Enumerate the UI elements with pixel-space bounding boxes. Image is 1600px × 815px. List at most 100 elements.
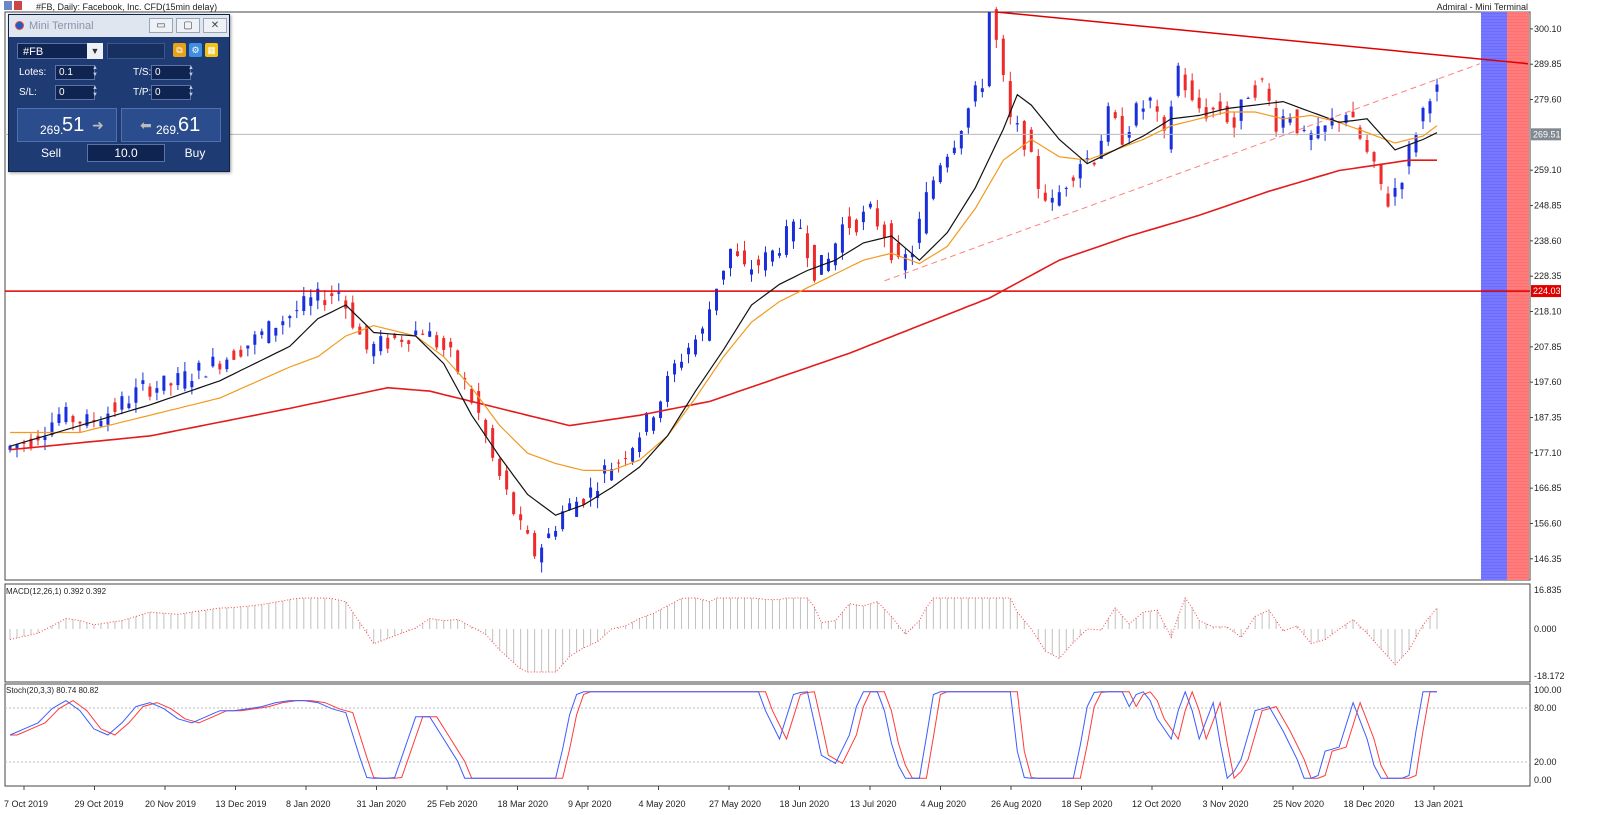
settings-icon[interactable]: ⚙ — [189, 43, 202, 57]
candle-body — [701, 328, 705, 334]
candle-body — [323, 300, 327, 306]
candle-body — [917, 218, 921, 243]
price-tick-label: 207.85 — [1534, 342, 1562, 352]
ts-stepper[interactable]: ▲ ▼ — [187, 65, 195, 80]
maximize-button[interactable]: ▢ — [176, 18, 200, 33]
sl-input[interactable]: 0 — [55, 85, 95, 100]
candle-body — [861, 211, 865, 223]
price-tick-label: 187.35 — [1534, 412, 1562, 422]
date-tick-label: 8 Jan 2020 — [286, 799, 331, 809]
candle-body — [1155, 106, 1159, 112]
date-tick-label: 18 Dec 2020 — [1344, 799, 1395, 809]
candle-body — [694, 339, 698, 355]
candle-body — [1400, 182, 1404, 190]
candle-body — [1190, 80, 1194, 101]
stoch-tick-label: 80.00 — [1534, 703, 1557, 713]
candle-body — [274, 327, 278, 336]
candle-body — [99, 420, 103, 427]
symbol-select[interactable]: #FB — [17, 43, 97, 59]
candle-body — [889, 223, 893, 261]
candle-body — [1169, 106, 1173, 150]
candle-body — [756, 259, 760, 266]
level-price-label: 224.03 — [1533, 286, 1561, 296]
candle-body — [1393, 187, 1397, 197]
candle-body — [246, 345, 250, 349]
tp-stepper[interactable]: ▲ ▼ — [187, 85, 195, 100]
candle-body — [519, 514, 523, 521]
arrow-right-icon: ➜ — [92, 117, 104, 133]
date-tick-label: 7 Oct 2019 — [4, 799, 48, 809]
copy-icon[interactable]: ⧉ — [173, 43, 186, 57]
candle-body — [1274, 107, 1278, 132]
price-tick-label: 166.85 — [1534, 483, 1562, 493]
date-tick-label: 4 May 2020 — [639, 799, 686, 809]
macd-tick-label: 0.000 — [1534, 624, 1557, 634]
buy-price-button[interactable]: ⬅ 269. 61 — [121, 108, 221, 142]
ma200-line — [9, 159, 1437, 451]
price-tick-label: 177.10 — [1534, 448, 1562, 458]
macd-pane-frame — [4, 583, 1531, 683]
candle-body — [1001, 38, 1005, 75]
date-tick-label: 27 May 2020 — [709, 799, 761, 809]
candle-body — [680, 361, 684, 368]
candle-body — [267, 321, 271, 344]
stoch-main-line — [9, 690, 1437, 780]
candle-body — [547, 533, 551, 538]
price-tick-label: 279.60 — [1534, 95, 1562, 105]
candle-body — [1211, 107, 1215, 110]
candle-body — [120, 396, 124, 410]
mini-terminal-titlebar[interactable]: Mini Terminal ▭ ▢ ✕ — [9, 15, 229, 37]
candle-body — [568, 503, 572, 510]
close-button[interactable]: ✕ — [203, 18, 227, 33]
stoch-tick-label: 100.00 — [1534, 685, 1562, 695]
macd-pane: MACD(12,26,1) 0.392 0.392 — [6, 587, 1438, 673]
date-tick-label: 20 Nov 2019 — [145, 799, 196, 809]
candle-body — [603, 465, 607, 474]
candle-body — [945, 156, 949, 168]
price-chart[interactable]: MACD(12,26,1) 0.392 0.392 Stoch(20,3,3) … — [0, 0, 1600, 815]
candle-body — [1365, 140, 1369, 152]
buy-price-pips: 61 — [178, 114, 201, 136]
candle-body — [1407, 144, 1411, 167]
sl-stepper[interactable]: ▲ ▼ — [91, 85, 99, 100]
candle-body — [400, 339, 404, 342]
lot-size-input[interactable]: 10.0 — [87, 144, 165, 162]
calculator-icon[interactable]: ▦ — [205, 43, 218, 57]
candle-body — [337, 292, 341, 294]
price-tick-label: 238.60 — [1534, 236, 1562, 246]
stoch-tick-label: 20.00 — [1534, 757, 1557, 767]
candle-body — [1148, 97, 1152, 101]
price-tick-label: 300.10 — [1534, 24, 1562, 34]
candle-body — [812, 244, 816, 281]
candle-body — [204, 376, 208, 378]
candle-body — [1386, 193, 1390, 207]
candle-body — [1260, 78, 1264, 80]
candle-body — [617, 462, 621, 464]
candle-body — [1218, 101, 1222, 111]
candle-body — [749, 269, 753, 275]
sell-price-button[interactable]: 269. 51 ➜ — [17, 108, 117, 142]
tp-input[interactable]: 0 — [151, 85, 191, 100]
lots-stepper[interactable]: ▲ ▼ — [91, 65, 99, 80]
stoch-label: Stoch(20,3,3) 80.74 80.82 — [6, 686, 99, 695]
date-tick-label: 18 Mar 2020 — [498, 799, 549, 809]
candle-body — [1078, 164, 1082, 179]
mini-terminal-panel[interactable]: Mini Terminal ▭ ▢ ✕ #FB ▼ ⧉ ⚙ ▦ Lotes: 0… — [8, 14, 230, 172]
ts-input[interactable]: 0 — [151, 65, 191, 80]
stoch-pane: Stoch(20,3,3) 80.74 80.82 — [5, 686, 1530, 780]
candle-body — [554, 530, 558, 537]
candle-body — [1435, 84, 1439, 92]
chevron-down-icon[interactable]: ▼ — [87, 43, 103, 59]
candle-body — [169, 383, 173, 386]
lots-input[interactable]: 0.1 — [55, 65, 95, 80]
sell-button[interactable]: Sell — [17, 144, 85, 162]
candle-body — [1246, 97, 1250, 99]
date-tick-label: 18 Sep 2020 — [1062, 799, 1113, 809]
buy-button[interactable]: Buy — [167, 144, 223, 162]
date-tick-label: 9 Apr 2020 — [568, 799, 612, 809]
price-tick-label: 218.10 — [1534, 307, 1562, 317]
candle-body — [414, 330, 418, 336]
minimize-button[interactable]: ▭ — [149, 18, 173, 33]
candle-body — [1232, 117, 1236, 128]
sell-price-prefix: 269. — [40, 123, 64, 137]
